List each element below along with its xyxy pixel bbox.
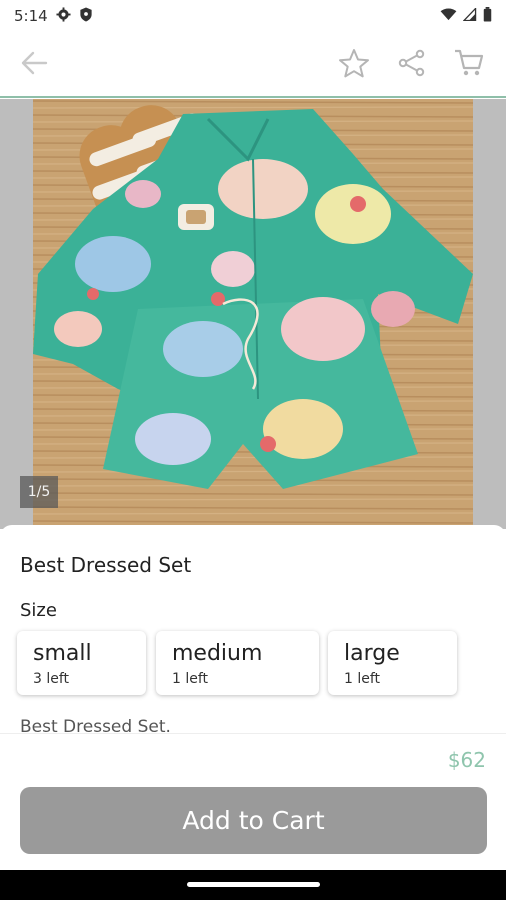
arrow-left-icon (20, 50, 48, 80)
cart-icon (453, 48, 485, 82)
size-option-medium[interactable]: medium 1 left (156, 631, 319, 695)
favorite-button[interactable] (334, 45, 374, 85)
size-option-small[interactable]: small 3 left (17, 631, 146, 695)
price: $62 (447, 748, 486, 772)
size-stock: 1 left (172, 671, 209, 687)
star-icon (338, 48, 370, 82)
product-sheet: Best Dressed Set Size small 3 left mediu… (0, 525, 506, 870)
battery-icon (483, 6, 492, 26)
shield-icon (79, 6, 93, 26)
product-image-gallery[interactable]: 1/5 (0, 99, 506, 529)
settings-gear-icon (56, 6, 71, 26)
status-right (440, 6, 492, 26)
share-button[interactable] (392, 45, 432, 85)
size-stock: 3 left (33, 671, 70, 687)
product-photo (33, 99, 473, 529)
product-description: Best Dressed Set. (20, 717, 171, 737)
size-name: medium (172, 641, 263, 666)
status-bar: 5:14 (0, 0, 506, 32)
size-option-large[interactable]: large 1 left (328, 631, 457, 695)
product-title: Best Dressed Set (20, 553, 192, 577)
wifi-icon (440, 7, 457, 25)
photo-counter: 1/5 (20, 476, 58, 508)
share-icon (398, 49, 426, 81)
system-nav-bar (0, 870, 506, 900)
add-to-cart-button[interactable]: Add to Cart (20, 787, 487, 854)
home-indicator[interactable] (187, 882, 320, 887)
status-time: 5:14 (14, 7, 48, 25)
size-name: large (344, 641, 400, 666)
status-left: 5:14 (14, 6, 93, 26)
size-name: small (33, 641, 92, 666)
cart-button[interactable] (449, 45, 489, 85)
size-stock: 1 left (344, 671, 381, 687)
size-heading: Size (20, 600, 57, 621)
cellular-signal-icon (462, 6, 477, 25)
divider (0, 733, 506, 734)
back-button[interactable] (14, 45, 54, 85)
app-bar (0, 32, 506, 98)
